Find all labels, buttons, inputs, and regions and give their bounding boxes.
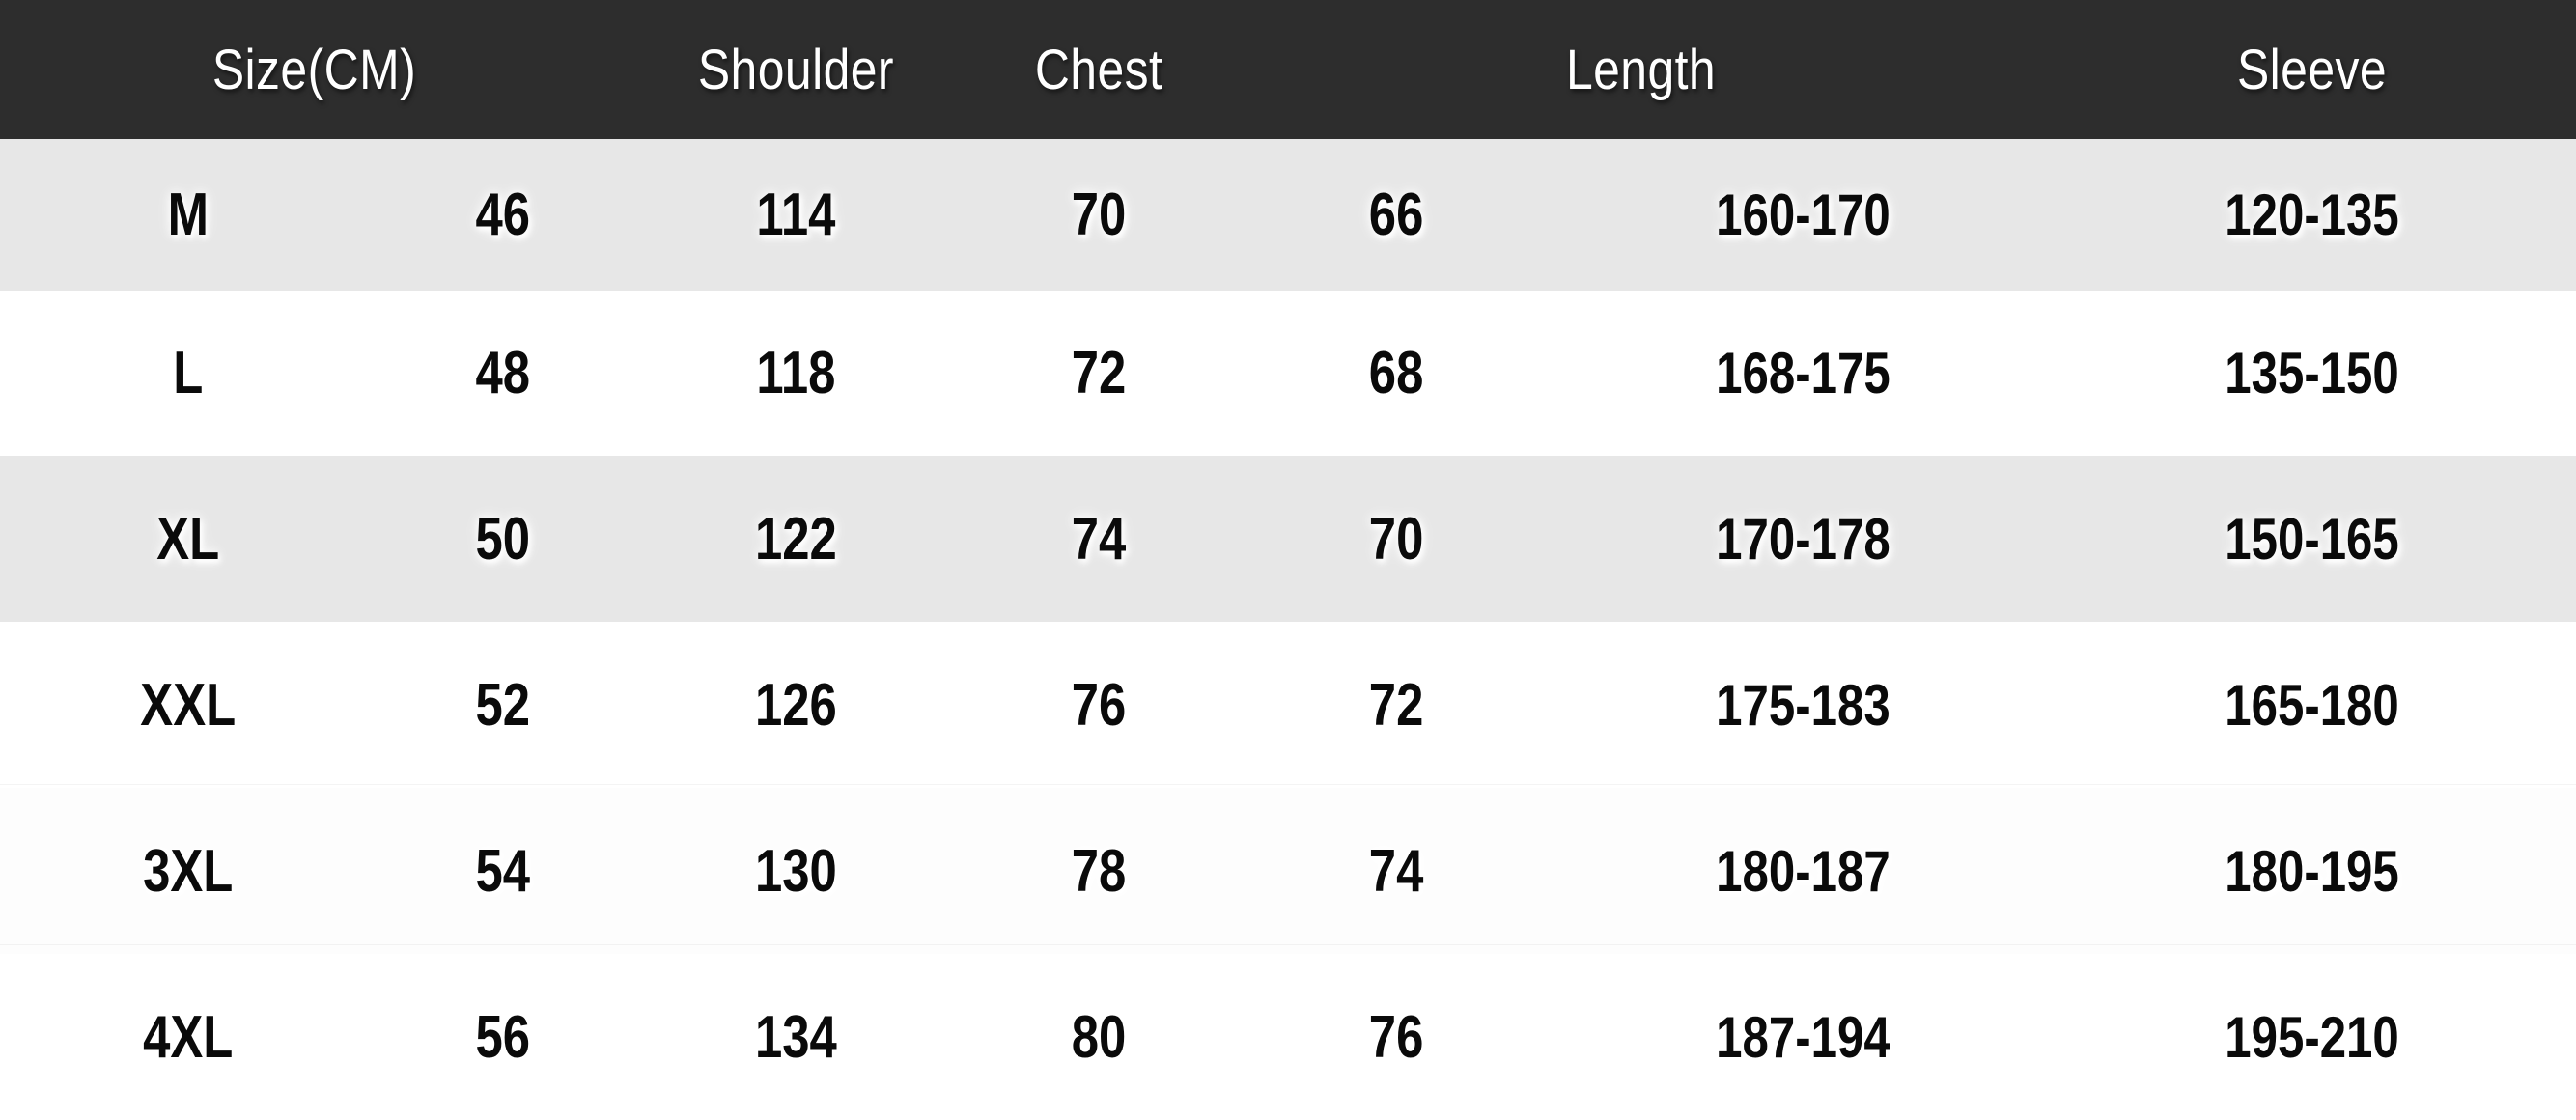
table-row: XL 50 122 74 70 170-178 150-165 xyxy=(0,456,2576,623)
cell-chest: 118 xyxy=(756,340,836,407)
cell-sleeve: 195-210 xyxy=(2225,1004,2399,1070)
size-chart-table: Size(CM) Shoulder Chest Length Sleeve M … xyxy=(0,0,2576,1120)
cell-shoulder: 56 xyxy=(474,1003,530,1071)
cell-length: 180-187 xyxy=(1716,838,1890,904)
table-header: Size(CM) Shoulder Chest Length Sleeve xyxy=(0,0,2576,139)
cell-chest: 134 xyxy=(754,1003,837,1071)
cell-sleeve: 165-180 xyxy=(2225,672,2399,738)
column-header-sleeve: Sleeve xyxy=(2236,38,2388,101)
column-header-size: Size(CM) xyxy=(211,38,417,101)
table-body: M 46 114 70 66 160-170 120-135 L 48 118 … xyxy=(0,139,2576,1120)
cell-sleeve: 150-165 xyxy=(2225,506,2399,572)
cell-length: 170-178 xyxy=(1716,506,1890,572)
size-chart: Size(CM) Shoulder Chest Length Sleeve M … xyxy=(0,0,2576,1120)
cell-length: 168-175 xyxy=(1716,341,1890,406)
column-header-shoulder: Shoulder xyxy=(697,38,894,101)
cell-sleeve: 120-135 xyxy=(2225,182,2399,247)
cell-shoulder: 48 xyxy=(474,340,530,407)
cell-waist: 70 xyxy=(1071,181,1127,248)
cell-size: 4XL xyxy=(143,1003,234,1071)
cell-hip: 76 xyxy=(1368,1003,1424,1071)
cell-shoulder: 46 xyxy=(474,181,530,248)
table-row: M 46 114 70 66 160-170 120-135 xyxy=(0,139,2576,291)
cell-shoulder: 50 xyxy=(474,505,530,573)
column-header-chest: Chest xyxy=(1034,38,1163,101)
cell-waist: 78 xyxy=(1071,837,1127,905)
cell-sleeve: 180-195 xyxy=(2225,838,2399,904)
cell-hip: 70 xyxy=(1368,505,1424,573)
cell-chest: 122 xyxy=(754,505,837,573)
cell-shoulder: 54 xyxy=(474,837,530,905)
cell-hip: 74 xyxy=(1368,837,1424,905)
table-row: 4XL 56 134 80 76 187-194 195-210 xyxy=(0,954,2576,1120)
cell-waist: 74 xyxy=(1071,505,1127,573)
cell-size: L xyxy=(173,340,204,407)
cell-size: XL xyxy=(156,505,220,573)
cell-waist: 80 xyxy=(1071,1003,1127,1071)
table-row: L 48 118 72 68 168-175 135-150 xyxy=(0,290,2576,457)
cell-hip: 66 xyxy=(1368,181,1424,248)
cell-size: M xyxy=(167,181,209,248)
table-row: 3XL 54 130 78 74 180-187 180-195 xyxy=(0,788,2576,955)
cell-waist: 72 xyxy=(1071,340,1127,407)
cell-size: 3XL xyxy=(143,837,234,905)
cell-length: 187-194 xyxy=(1716,1004,1890,1070)
cell-chest: 130 xyxy=(754,837,837,905)
header-row: Size(CM) Shoulder Chest Length Sleeve xyxy=(0,0,2576,139)
cell-shoulder: 52 xyxy=(474,671,530,739)
cell-hip: 68 xyxy=(1368,340,1424,407)
table-row: XXL 52 126 76 72 175-183 165-180 xyxy=(0,622,2576,789)
cell-length: 175-183 xyxy=(1716,672,1890,738)
cell-chest: 126 xyxy=(754,671,837,739)
cell-hip: 72 xyxy=(1368,671,1424,739)
cell-size: XXL xyxy=(140,671,237,739)
cell-waist: 76 xyxy=(1071,671,1127,739)
column-header-length: Length xyxy=(1565,38,1717,101)
cell-sleeve: 135-150 xyxy=(2225,341,2399,406)
cell-length: 160-170 xyxy=(1716,182,1890,247)
cell-chest: 114 xyxy=(756,181,836,248)
